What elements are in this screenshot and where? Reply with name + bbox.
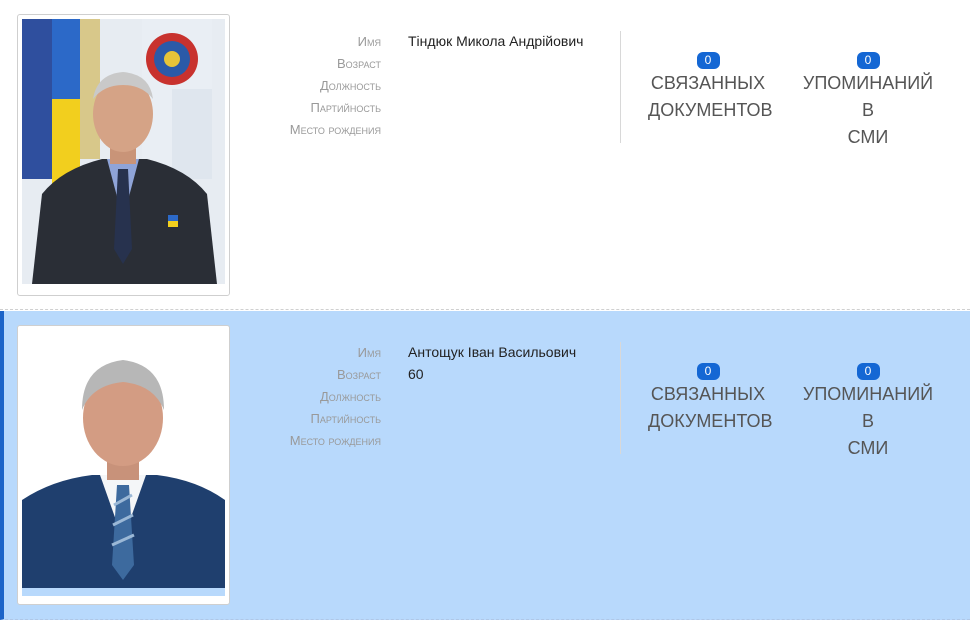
stat-label-line1: УПОМИНАНИЙ В	[802, 384, 934, 431]
media-mentions-stat[interactable]: 0 УПОМИНАНИЙ В СМИ	[798, 362, 938, 462]
field-age: Возраст 60	[240, 363, 610, 385]
stat-label-line1: СВЯЗАННЫХ	[650, 384, 766, 404]
person-photo[interactable]	[17, 325, 230, 605]
person-details: Имя Тіндюк Микола Андрійович Возраст Дол…	[240, 30, 610, 140]
field-position: Должность	[240, 74, 610, 96]
field-age: Возраст	[240, 52, 610, 74]
person-card-selected[interactable]: Имя Антощук Іван Васильович Возраст 60 Д…	[0, 311, 970, 620]
field-label: Возраст	[336, 366, 381, 382]
portrait-image	[22, 19, 225, 284]
related-documents-stat[interactable]: 0 СВЯЗАННЫХ ДОКУМЕНТОВ	[648, 51, 773, 124]
field-label: Место рождения	[289, 121, 381, 137]
field-label: Должность	[319, 388, 381, 404]
stat-label-line2: СМИ	[847, 127, 889, 147]
count-badge: 0	[696, 52, 720, 69]
media-mentions-stat[interactable]: 0 УПОМИНАНИЙ В СМИ	[798, 51, 938, 151]
stat-label-line2: ДОКУМЕНТОВ	[648, 100, 773, 120]
field-label: Место рождения	[289, 432, 381, 448]
field-value: 60	[408, 366, 424, 382]
field-label: Возраст	[336, 55, 381, 71]
field-name: Имя Тіндюк Микола Андрійович	[240, 30, 610, 52]
count-badge: 0	[856, 363, 880, 380]
stat-label-line1: УПОМИНАНИЙ В	[802, 73, 934, 120]
portrait-image	[22, 330, 225, 596]
related-documents-stat[interactable]: 0 СВЯЗАННЫХ ДОКУМЕНТОВ	[648, 362, 773, 435]
person-photo[interactable]	[17, 14, 230, 296]
field-birthplace: Место рождения	[240, 429, 610, 451]
field-label: Партийность	[310, 99, 382, 115]
person-card[interactable]: Имя Тіндюк Микола Андрійович Возраст Дол…	[0, 0, 970, 310]
divider	[620, 342, 621, 454]
field-party: Партийность	[240, 407, 610, 429]
field-label: Должность	[319, 77, 381, 93]
field-label: Имя	[357, 344, 381, 360]
field-value: Антощук Іван Васильович	[408, 344, 577, 360]
field-label: Имя	[357, 33, 381, 49]
stat-label-line1: СВЯЗАННЫХ	[650, 73, 766, 93]
divider	[620, 31, 621, 143]
field-birthplace: Место рождения	[240, 118, 610, 140]
person-details: Имя Антощук Іван Васильович Возраст 60 Д…	[240, 341, 610, 451]
stat-label-line2: ДОКУМЕНТОВ	[648, 411, 773, 431]
field-label: Партийность	[310, 410, 382, 426]
field-party: Партийность	[240, 96, 610, 118]
field-value: Тіндюк Микола Андрійович	[408, 33, 584, 49]
count-badge: 0	[696, 363, 720, 380]
stat-label-line2: СМИ	[847, 438, 889, 458]
field-name: Имя Антощук Іван Васильович	[240, 341, 610, 363]
count-badge: 0	[856, 52, 880, 69]
field-position: Должность	[240, 385, 610, 407]
